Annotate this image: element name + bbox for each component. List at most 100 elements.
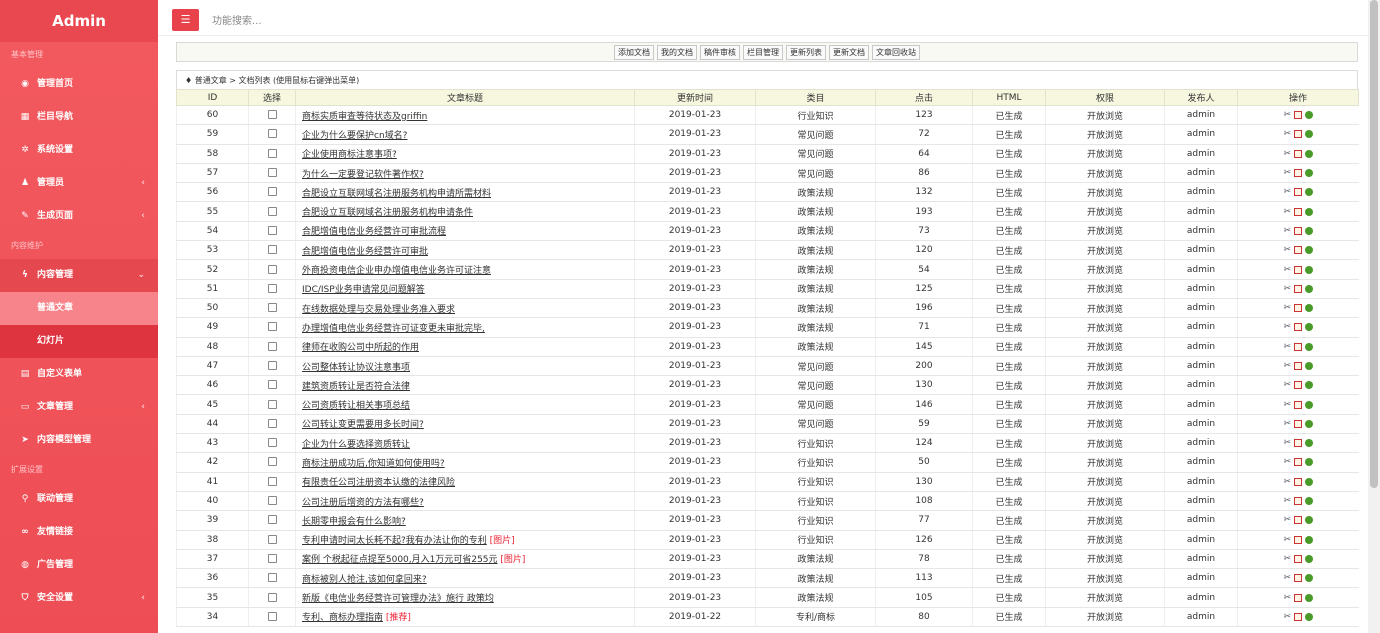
article-title-link[interactable]: 商标被别人抢注,该如何拿回来? (302, 575, 427, 585)
row-checkbox[interactable] (267, 303, 277, 313)
sidebar-item-settings[interactable]: ✲ 系统设置 (0, 134, 158, 167)
preview-icon[interactable] (1305, 574, 1314, 583)
search-input[interactable]: 功能搜索... (212, 12, 262, 27)
row-checkbox[interactable] (267, 573, 277, 583)
menu-toggle-button[interactable]: ☰ (172, 9, 199, 31)
toolbar-button-4[interactable]: 更新列表 (786, 44, 826, 60)
edit-icon[interactable] (1294, 497, 1303, 506)
edit-icon[interactable] (1294, 304, 1303, 313)
row-checkbox[interactable] (267, 148, 277, 158)
row-checkbox[interactable] (267, 206, 277, 216)
row-checkbox[interactable] (267, 187, 277, 197)
row-checkbox[interactable] (267, 264, 277, 274)
properties-icon[interactable]: ✂ (1283, 322, 1291, 332)
preview-icon[interactable] (1305, 246, 1314, 255)
preview-icon[interactable] (1305, 535, 1314, 544)
row-checkbox[interactable] (267, 515, 277, 525)
row-checkbox[interactable] (267, 245, 277, 255)
row-checkbox[interactable] (267, 361, 277, 370)
preview-icon[interactable] (1305, 304, 1314, 313)
properties-icon[interactable]: ✂ (1283, 149, 1291, 159)
preview-icon[interactable] (1305, 284, 1314, 293)
preview-icon[interactable] (1305, 323, 1314, 332)
article-title-link[interactable]: 律师在收购公司中所起的作用 (302, 343, 419, 353)
article-title-link[interactable]: 公司整体转让协议注意事项 (302, 363, 410, 373)
properties-icon[interactable]: ✂ (1283, 265, 1291, 275)
preview-icon[interactable] (1305, 342, 1314, 351)
properties-icon[interactable]: ✂ (1283, 477, 1291, 487)
row-checkbox[interactable] (267, 283, 277, 293)
edit-icon[interactable] (1294, 188, 1303, 197)
properties-icon[interactable]: ✂ (1283, 573, 1291, 583)
row-checkbox[interactable] (267, 322, 277, 332)
edit-icon[interactable] (1294, 516, 1303, 525)
preview-icon[interactable] (1305, 497, 1314, 506)
properties-icon[interactable]: ✂ (1283, 612, 1291, 622)
preview-icon[interactable] (1305, 516, 1314, 525)
properties-icon[interactable]: ✂ (1283, 303, 1291, 313)
edit-icon[interactable] (1294, 458, 1303, 467)
article-title-link[interactable]: 外商投资电信企业申办增值电信业务许可证注意 (302, 266, 491, 276)
edit-icon[interactable] (1294, 169, 1303, 178)
properties-icon[interactable]: ✂ (1283, 168, 1291, 178)
toolbar-button-3[interactable]: 栏目管理 (743, 44, 783, 60)
row-checkbox[interactable] (267, 457, 277, 467)
edit-icon[interactable] (1294, 111, 1303, 120)
article-title-link[interactable]: 合肥设立互联网域名注册服务机构申请条件 (302, 208, 473, 218)
edit-icon[interactable] (1294, 323, 1303, 332)
sidebar-sub-slides[interactable]: 幻灯片 (0, 325, 158, 358)
article-title-link[interactable]: 长期零申报会有什么影响? (302, 517, 406, 527)
toolbar-button-5[interactable]: 更新文档 (829, 44, 869, 60)
article-title-link[interactable]: 办理增值电信业务经营许可证变更未审批完毕, (302, 324, 485, 334)
sidebar-item-security[interactable]: ⛉ 安全设置 ‹ (0, 582, 158, 615)
article-title-link[interactable]: 公司注册后增资的方法有哪些? (302, 498, 424, 508)
article-title-link[interactable]: IDC/ISP业务申请常见问题解答 (302, 285, 425, 295)
properties-icon[interactable]: ✂ (1283, 515, 1291, 525)
edit-icon[interactable] (1294, 149, 1303, 158)
sidebar-item-content[interactable]: ϟ 内容管理 ⌄ (0, 259, 158, 292)
article-title-link[interactable]: 商标注册成功后,你知道如何使用吗? (302, 459, 445, 469)
preview-icon[interactable] (1305, 593, 1314, 602)
edit-icon[interactable] (1294, 265, 1303, 274)
row-checkbox[interactable] (267, 553, 277, 563)
preview-icon[interactable] (1305, 362, 1314, 370)
sidebar-item-ads[interactable]: ◍ 广告管理 (0, 549, 158, 582)
row-checkbox[interactable] (267, 380, 277, 390)
row-checkbox[interactable] (267, 418, 277, 428)
edit-icon[interactable] (1294, 554, 1303, 563)
logo[interactable]: Admin (0, 0, 158, 42)
sidebar-item-models[interactable]: ➤ 内容模型管理 (0, 424, 158, 457)
article-title-link[interactable]: 企业使用商标注意事项? (302, 150, 397, 160)
edit-icon[interactable] (1294, 419, 1303, 428)
preview-icon[interactable] (1305, 381, 1314, 390)
article-title-link[interactable]: 合肥增值电信业务经营许可审批流程 (302, 227, 446, 237)
preview-icon[interactable] (1305, 477, 1314, 486)
article-title-link[interactable]: 为什么一定要登记软件著作权? (302, 170, 424, 180)
edit-icon[interactable] (1294, 535, 1303, 544)
edit-icon[interactable] (1294, 362, 1303, 370)
toolbar-button-1[interactable]: 我的文档 (657, 44, 697, 60)
toolbar-button-0[interactable]: 添加文档 (614, 44, 654, 60)
article-title-link[interactable]: 公司资质转让相关事项总结 (302, 401, 410, 411)
toolbar-button-6[interactable]: 文章回收站 (872, 44, 920, 60)
row-checkbox[interactable] (267, 592, 277, 602)
preview-icon[interactable] (1305, 169, 1314, 178)
preview-icon[interactable] (1305, 458, 1314, 467)
article-title-link[interactable]: 案例 个税起征点提至5000,月入1万元可省255元 (302, 555, 498, 565)
preview-icon[interactable] (1305, 439, 1314, 448)
row-checkbox[interactable] (267, 399, 277, 409)
row-checkbox[interactable] (267, 534, 277, 544)
properties-icon[interactable]: ✂ (1283, 284, 1291, 294)
edit-icon[interactable] (1294, 342, 1303, 351)
preview-icon[interactable] (1305, 554, 1314, 563)
article-title-link[interactable]: 合肥设立互联网域名注册服务机构申请所需材料 (302, 189, 491, 199)
sidebar-item-linkage[interactable]: ⚲ 联动管理 (0, 483, 158, 516)
article-title-link[interactable]: 专利申请时间太长耗不起?我有办法让你的专利 (302, 536, 487, 546)
edit-icon[interactable] (1294, 381, 1303, 390)
properties-icon[interactable]: ✂ (1283, 554, 1291, 564)
article-title-link[interactable]: 新版《电信业务经营许可管理办法》施行 政策均 (302, 594, 494, 604)
row-checkbox[interactable] (267, 129, 277, 139)
edit-icon[interactable] (1294, 612, 1303, 621)
edit-icon[interactable] (1294, 246, 1303, 255)
preview-icon[interactable] (1305, 226, 1314, 235)
